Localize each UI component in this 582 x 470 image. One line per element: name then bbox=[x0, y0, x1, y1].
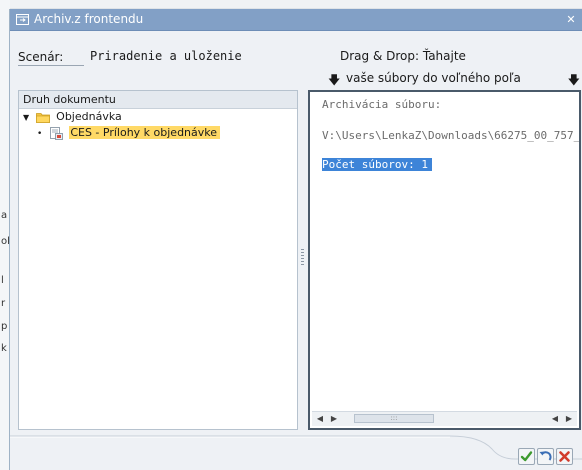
scenario-underline bbox=[18, 65, 84, 66]
log-line-highlighted: Počet súborov: 1 bbox=[322, 158, 432, 171]
scenario-value: Priradenie a uloženie bbox=[90, 49, 242, 63]
arrow-down-icon: 🡇 bbox=[328, 73, 341, 87]
log-line: V:\Users\LenkaZ\Downloads\66275_00_757_ bbox=[322, 129, 581, 142]
log-line: Archivácia súboru: bbox=[322, 98, 442, 111]
undo-button[interactable] bbox=[537, 448, 554, 465]
background-text: k bbox=[1, 343, 7, 354]
document-icon bbox=[49, 126, 63, 140]
scenario-label: Scenár: bbox=[18, 50, 64, 64]
background-text: a bbox=[1, 210, 8, 221]
scroll-right-icon[interactable]: ▶ bbox=[328, 413, 340, 425]
scroll-left-icon[interactable]: ◀ bbox=[314, 413, 326, 425]
tree-node-label-selected: CES - Prílohy k objednávke bbox=[69, 126, 221, 139]
tree-header: Druh dokumentu bbox=[19, 91, 297, 109]
tree-node-ces-prilohy[interactable]: • CES - Prílohy k objednávke bbox=[37, 125, 221, 141]
pane-splitter-handle[interactable] bbox=[301, 249, 304, 267]
expand-triangle-icon[interactable]: ▼ bbox=[23, 113, 29, 122]
drag-drop-hint-line2: vaše súbory do voľného poľa bbox=[346, 71, 521, 85]
background-text: r bbox=[1, 298, 6, 309]
document-type-tree[interactable]: Druh dokumentu ▼ Objednávka • CES - Príl… bbox=[18, 90, 298, 430]
scrollbar-thumb[interactable]: ::: bbox=[354, 414, 434, 423]
close-icon[interactable]: ✕ bbox=[564, 13, 578, 27]
background-text: l bbox=[1, 275, 4, 286]
dialog-title: Archiv.z frontendu bbox=[34, 12, 144, 26]
archive-dialog: Archiv.z frontendu ✕ Scenár: Priradenie … bbox=[9, 9, 582, 470]
background-window-top bbox=[0, 0, 582, 9]
tree-node-label: Objednávka bbox=[56, 110, 122, 123]
window-icon bbox=[16, 14, 29, 25]
dialog-titlebar[interactable]: Archiv.z frontendu ✕ bbox=[10, 9, 582, 31]
archive-log-pane[interactable]: Archivácia súboru: V:\Users\LenkaZ\Downl… bbox=[308, 90, 581, 430]
scroll-right-icon[interactable]: ▶ bbox=[563, 413, 575, 425]
check-icon bbox=[520, 451, 533, 462]
confirm-button[interactable] bbox=[518, 448, 535, 465]
arrow-down-icon: 🡇 bbox=[567, 73, 580, 87]
cancel-icon bbox=[559, 451, 570, 462]
folder-icon bbox=[35, 112, 50, 123]
undo-icon bbox=[539, 451, 552, 461]
tree-node-objednavka[interactable]: ▼ Objednávka bbox=[23, 109, 122, 125]
drag-drop-hint-line1: Drag & Drop: Ťahajte bbox=[340, 49, 466, 63]
horizontal-scrollbar[interactable]: ◀ ▶ ::: ◀ ▶ bbox=[312, 411, 577, 426]
cancel-button[interactable] bbox=[556, 448, 573, 465]
footer-separator bbox=[10, 435, 582, 460]
scroll-left-icon[interactable]: ◀ bbox=[549, 413, 561, 425]
drag-drop-hint-row: 🡇 vaše súbory do voľného poľa 🡇 bbox=[328, 71, 580, 87]
bullet-icon: • bbox=[37, 129, 43, 139]
background-text: p bbox=[1, 321, 8, 332]
